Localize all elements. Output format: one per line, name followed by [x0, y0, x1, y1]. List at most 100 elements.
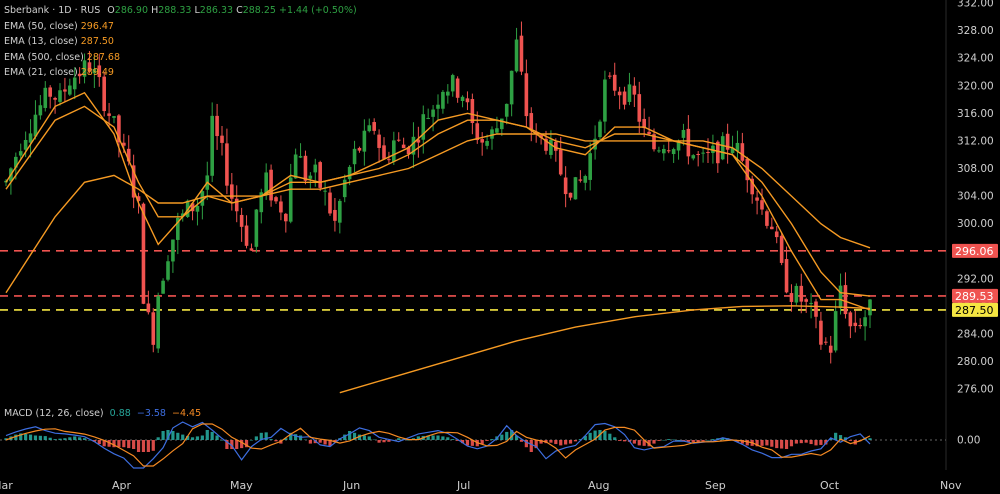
candle-body: [617, 91, 622, 96]
macd-histogram-bar: [441, 436, 445, 440]
candle-body: [249, 248, 254, 251]
candle-body: [53, 97, 57, 100]
close-label: C: [236, 5, 243, 16]
candle-body: [372, 122, 376, 131]
candle-body: [470, 99, 475, 123]
candle-body: [264, 172, 268, 194]
macd-histogram-bar: [637, 440, 641, 446]
candle-body: [509, 70, 514, 105]
macd-histogram-bar: [78, 437, 82, 440]
macd-histogram-bar: [362, 435, 366, 440]
candle-body: [68, 85, 72, 95]
candle-body: [760, 200, 764, 210]
candle-body: [33, 114, 38, 137]
macd-histogram-bar: [318, 440, 322, 443]
candle-body: [234, 198, 239, 212]
indicator-legend: Sberbank · 1D · RUS O286.90 H288.33 L286…: [4, 3, 357, 81]
macd-histogram-bar: [387, 440, 391, 442]
candle-body: [804, 299, 808, 302]
candle-body: [789, 293, 794, 302]
candle-body: [58, 90, 62, 102]
candle-body: [401, 144, 406, 149]
ema-13-row: EMA (13, close) 287.50: [4, 34, 357, 50]
candle-body: [868, 299, 872, 316]
macd-histogram-bar: [254, 436, 258, 440]
candle-body: [706, 152, 710, 154]
macd-histogram-bar: [82, 438, 87, 440]
ema-value: 287.50: [80, 36, 114, 47]
candle-body: [279, 201, 283, 213]
candle-body: [495, 128, 499, 133]
ema-500-row: EMA (500, close) 287.68: [4, 50, 357, 66]
candle-body: [657, 150, 661, 152]
candle-body: [284, 213, 288, 222]
candle-body: [382, 145, 386, 159]
price-tag-label: 289.53: [955, 290, 994, 303]
candle-body: [863, 317, 867, 327]
candle-body: [141, 203, 146, 304]
macd-histogram-bar: [559, 440, 563, 446]
macd-histogram-bar: [117, 440, 121, 448]
candle-body: [814, 301, 818, 317]
macd-histogram-bar: [676, 440, 681, 441]
y-tick-label: 280.00: [957, 356, 994, 368]
candle-body: [524, 73, 529, 117]
candle-body: [691, 155, 696, 159]
macd-legend: MACD (12, 26, close) 0.88 −3.58 −4.45: [4, 408, 201, 419]
macd-histogram-bar: [127, 440, 131, 449]
candle-body: [598, 121, 602, 138]
y-tick-label: 300.00: [957, 218, 994, 230]
candle-body: [446, 91, 450, 96]
ema-line: [5, 105, 871, 297]
candle-body: [293, 154, 298, 179]
macd-histogram-bar: [770, 440, 774, 447]
candle-body: [475, 123, 480, 141]
candle-body: [720, 136, 725, 160]
candle-body: [328, 192, 332, 214]
candle-body: [843, 285, 848, 315]
candle-body: [514, 39, 519, 72]
macd-histogram-bar: [156, 437, 160, 440]
candle-body: [450, 75, 455, 92]
macd-histogram-bar: [136, 440, 141, 452]
macd-histogram-bar: [804, 440, 808, 443]
candle-body: [583, 176, 588, 183]
y-tick-label: 284.00: [957, 329, 994, 341]
ema-label: EMA (13, close): [4, 36, 78, 47]
candle-body: [578, 179, 583, 181]
macd-histogram-bar: [446, 437, 450, 440]
x-axis: Mar Apr May Jun Jul Aug Sep Oct Nov: [0, 479, 962, 492]
candle-body: [431, 109, 435, 117]
macd-histogram-bar: [397, 438, 401, 440]
macd-histogram-bar: [564, 440, 568, 445]
macd-histogram-bar: [505, 431, 509, 440]
candle-body: [210, 115, 214, 176]
candle-body: [392, 140, 396, 162]
candle-body: [166, 261, 170, 280]
macd-histogram-bar: [667, 439, 671, 440]
candle-body: [681, 129, 686, 138]
macd-histogram-bar: [48, 437, 52, 440]
ema-50-row: EMA (50, close) 296.47: [4, 19, 357, 35]
candle-body: [774, 231, 779, 238]
macd-histogram-bar: [431, 435, 435, 440]
candle-body: [671, 149, 676, 155]
macd-histogram-bar: [382, 440, 386, 443]
macd-histogram-bar: [323, 440, 327, 445]
candle-body: [239, 214, 244, 227]
macd-histogram-bar: [33, 435, 38, 440]
macd-histogram-bar: [613, 437, 617, 440]
candle-body: [755, 197, 759, 201]
macd-histogram-bar: [819, 440, 823, 445]
candle-body: [662, 148, 666, 154]
y-tick-label: 308.00: [957, 163, 994, 175]
candle-body: [313, 164, 318, 173]
macd-histogram-bar: [632, 440, 636, 444]
candle-body: [465, 98, 470, 103]
candle-body: [151, 312, 156, 345]
candle-body: [779, 235, 784, 263]
macd-histogram-bar: [205, 430, 209, 440]
candle-body: [441, 91, 445, 109]
close-value: 288.25: [242, 5, 276, 16]
macd-histogram-bar: [436, 435, 440, 440]
